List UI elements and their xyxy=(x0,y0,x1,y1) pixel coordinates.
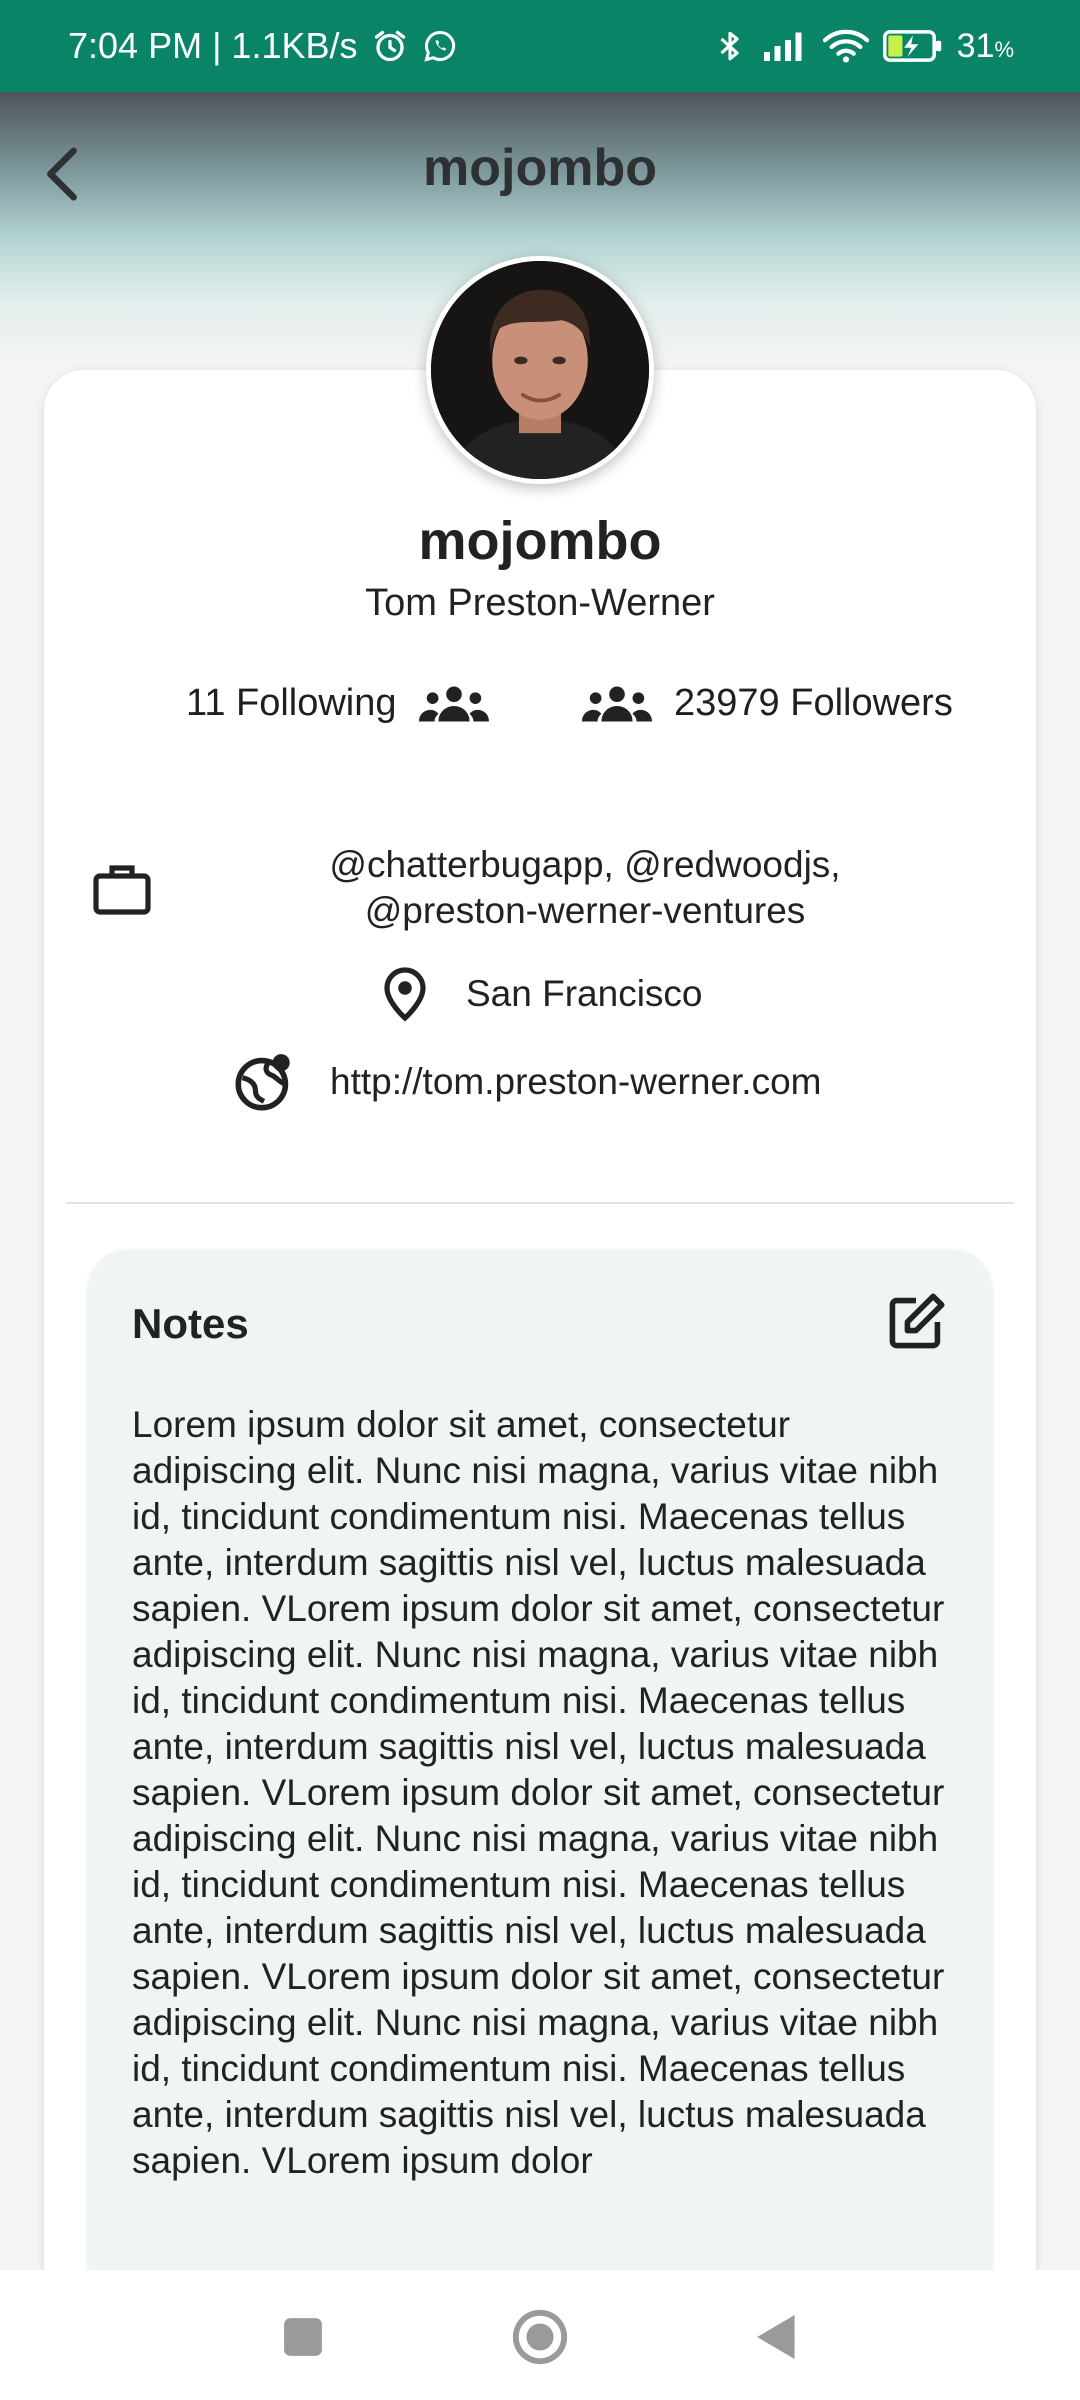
page-title: mojombo xyxy=(423,139,657,197)
followers-stat[interactable]: 23979 Followers xyxy=(582,682,953,725)
location-pin-icon xyxy=(384,967,426,1022)
following-stat[interactable]: 11 Following xyxy=(186,682,489,725)
recents-button[interactable] xyxy=(268,2302,338,2372)
profile-full-name: Tom Preston-Werner xyxy=(365,582,715,624)
edit-notes-button[interactable] xyxy=(884,1290,948,1354)
battery-percent: 31% xyxy=(957,27,1014,66)
company-line-1: @chatterbugapp, @redwoodjs, xyxy=(329,844,841,885)
followers-label: 23979 Followers xyxy=(674,682,953,724)
back-icon xyxy=(757,2315,795,2359)
notes-card: Notes Lorem ipsum dolor sit amet, consec… xyxy=(88,1250,992,2400)
profile-location: San Francisco xyxy=(380,966,703,1022)
alarm-icon xyxy=(372,28,408,64)
status-time: 7:04 PM | 1.1KB/s xyxy=(68,25,358,66)
battery-value: 31 xyxy=(956,26,995,65)
whatsapp-icon xyxy=(422,28,458,64)
divider xyxy=(66,1202,1014,1204)
profile-company: @chatterbugapp, @redwoodjs, @preston-wer… xyxy=(300,842,870,934)
company-line-2: @preston-werner-ventures xyxy=(364,890,806,931)
globe-icon xyxy=(235,1054,290,1111)
bluetooth-icon xyxy=(713,27,747,65)
notes-title: Notes xyxy=(132,1300,249,1347)
location-label: San Francisco xyxy=(466,973,703,1014)
battery-charging-icon xyxy=(882,29,943,63)
website-link[interactable]: http://tom.preston-werner.com xyxy=(330,1061,821,1103)
screen: 7:04 PM | 1.1KB/s 31% mojombo mojombo To… xyxy=(0,0,1080,2400)
avatar xyxy=(426,256,654,484)
people-icon xyxy=(582,686,652,721)
home-icon xyxy=(512,2309,568,2365)
following-label: 11 Following xyxy=(186,682,397,724)
profile-stats: 11 Following 23979 Followers xyxy=(0,682,1080,742)
wifi-icon xyxy=(822,28,869,64)
briefcase-icon xyxy=(92,862,152,921)
home-button[interactable] xyxy=(505,2302,575,2372)
profile-username: mojombo xyxy=(418,511,662,571)
profile-website[interactable]: http://tom.preston-werner.com xyxy=(234,1052,821,1112)
battery-unit: % xyxy=(994,36,1014,62)
people-icon xyxy=(418,686,489,721)
notes-body: Lorem ipsum dolor sit amet, consectetur … xyxy=(132,1404,945,2181)
system-back-button[interactable] xyxy=(742,2302,812,2372)
recents-icon xyxy=(284,2318,322,2356)
navigation-bar xyxy=(0,2270,1080,2400)
status-bar: 7:04 PM | 1.1KB/s 31% xyxy=(0,0,1080,92)
status-bar-right: 31% xyxy=(713,27,1014,66)
signal-icon xyxy=(761,29,809,63)
edit-icon xyxy=(889,1293,945,1349)
status-bar-left: 7:04 PM | 1.1KB/s xyxy=(68,25,458,67)
